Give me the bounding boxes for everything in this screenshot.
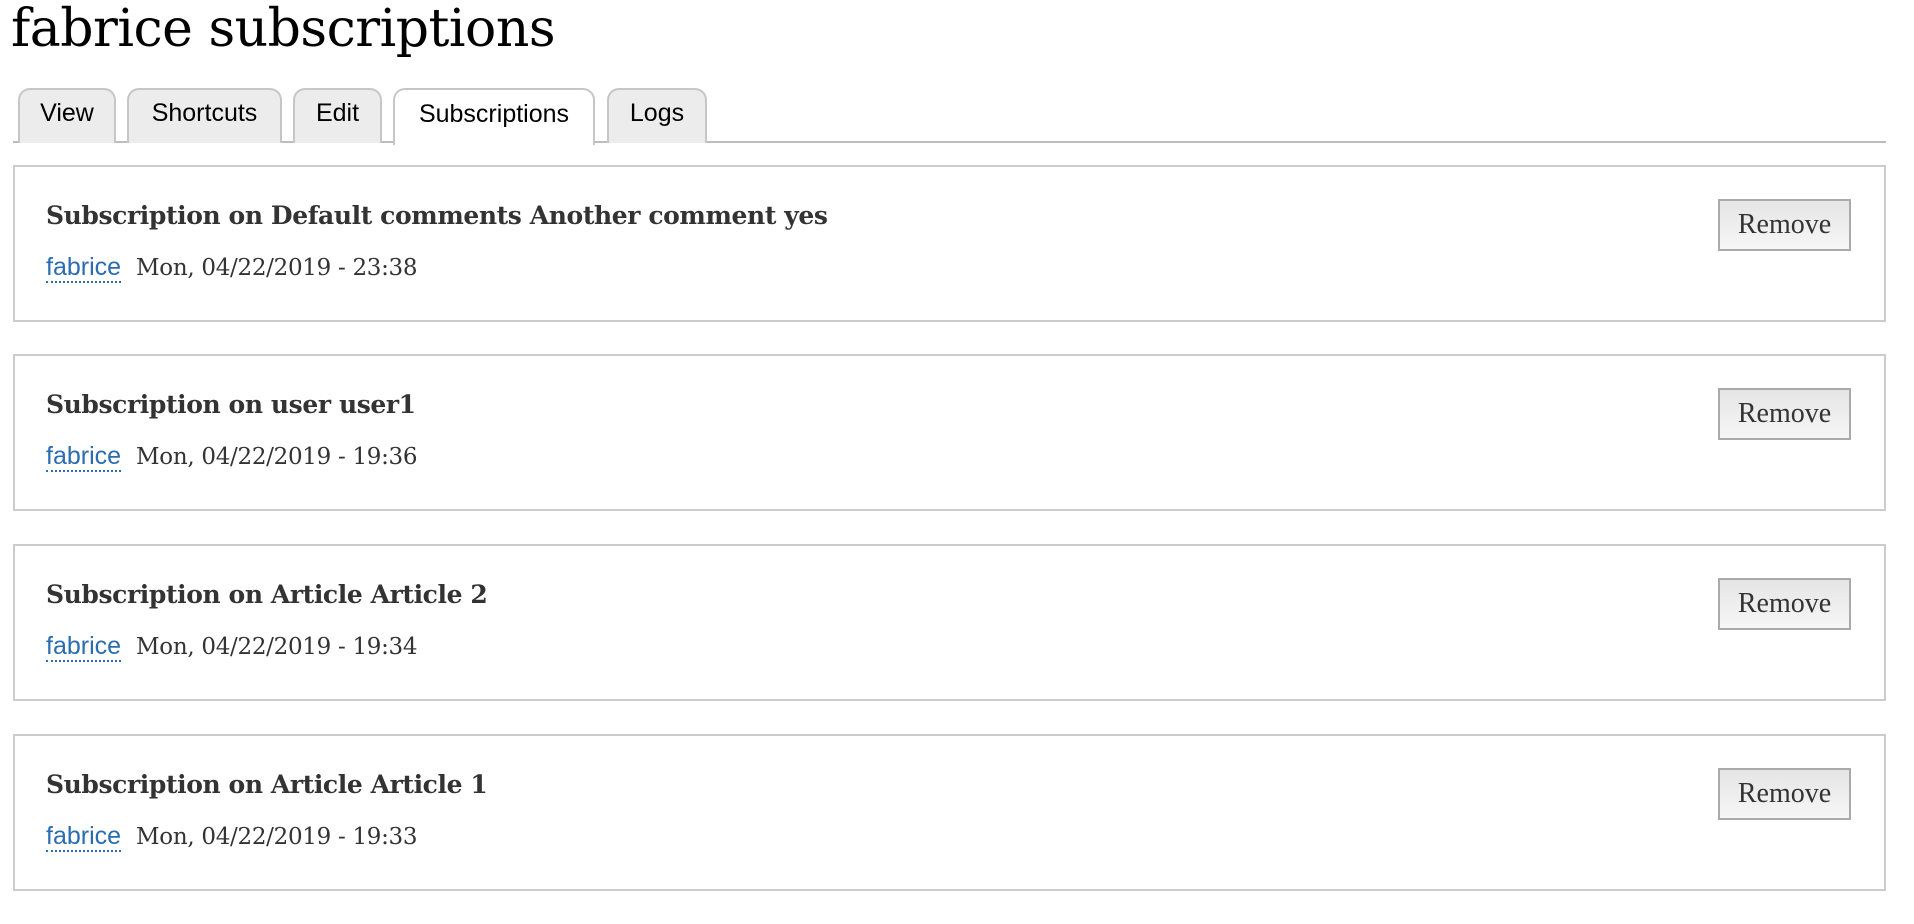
subscription-meta: fabrice Mon, 04/22/2019 - 19:34 [46, 632, 418, 662]
remove-button[interactable]: Remove [1718, 199, 1851, 251]
subscription-item: Subscription on Article Article 1 fabric… [13, 734, 1886, 891]
tab-subscriptions[interactable]: Subscriptions [393, 88, 595, 145]
subscription-meta: fabrice Mon, 04/22/2019 - 23:38 [46, 253, 418, 283]
subscription-title: Subscription on Default comments Another… [46, 201, 828, 230]
author-link[interactable]: fabrice [46, 253, 122, 283]
subscription-title: Subscription on user user1 [46, 390, 416, 419]
tab-shortcuts[interactable]: Shortcuts [127, 88, 282, 143]
subscription-date: Mon, 04/22/2019 - 23:38 [136, 255, 418, 281]
subscription-item: Subscription on Article Article 2 fabric… [13, 544, 1886, 701]
subscription-title: Subscription on Article Article 2 [46, 580, 488, 609]
remove-button[interactable]: Remove [1718, 768, 1851, 820]
subscription-item: Subscription on Default comments Another… [13, 165, 1886, 322]
author-link[interactable]: fabrice [46, 632, 122, 662]
subscription-meta: fabrice Mon, 04/22/2019 - 19:36 [46, 442, 418, 472]
subscription-meta: fabrice Mon, 04/22/2019 - 19:33 [46, 822, 418, 852]
subscription-item: Subscription on user user1 fabrice Mon, … [13, 354, 1886, 511]
tab-edit[interactable]: Edit [293, 88, 382, 143]
remove-button[interactable]: Remove [1718, 578, 1851, 630]
subscription-title: Subscription on Article Article 1 [46, 770, 488, 799]
tab-view[interactable]: View [18, 88, 116, 143]
page-title: fabrice subscriptions [11, 0, 556, 59]
tab-logs[interactable]: Logs [607, 88, 707, 143]
author-link[interactable]: fabrice [46, 442, 122, 472]
tab-bar: View Shortcuts Edit Subscriptions Logs [13, 88, 1886, 145]
subscription-date: Mon, 04/22/2019 - 19:33 [136, 824, 418, 850]
subscription-date: Mon, 04/22/2019 - 19:34 [136, 634, 418, 660]
author-link[interactable]: fabrice [46, 822, 122, 852]
subscription-date: Mon, 04/22/2019 - 19:36 [136, 444, 418, 470]
remove-button[interactable]: Remove [1718, 388, 1851, 440]
